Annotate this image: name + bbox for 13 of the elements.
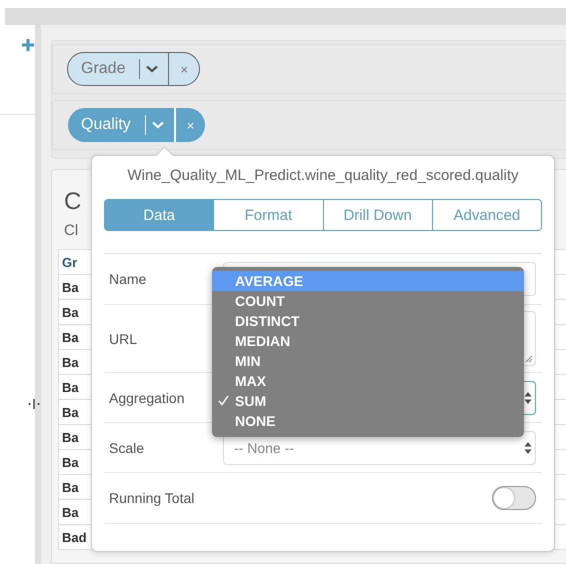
tab[interactable]: Data <box>105 200 214 230</box>
menu-option[interactable]: MEDIAN <box>212 331 524 351</box>
remove-button[interactable]: × <box>168 53 200 85</box>
card-subtitle: Cl <box>64 222 78 239</box>
remove-button[interactable]: × <box>174 108 206 142</box>
filter-pill[interactable]: Quality × <box>68 108 206 142</box>
card-title: C <box>64 188 82 216</box>
tab[interactable]: Advanced <box>432 200 541 230</box>
menu-option[interactable]: MIN <box>212 351 524 371</box>
field-label: URL <box>108 330 138 346</box>
filter-pill[interactable]: Grade × <box>67 52 200 86</box>
menu-option[interactable]: AVERAGE <box>212 271 524 291</box>
popover-title: Wine_Quality_ML_Predict.wine_quality_red_scored.quality <box>126 167 520 184</box>
